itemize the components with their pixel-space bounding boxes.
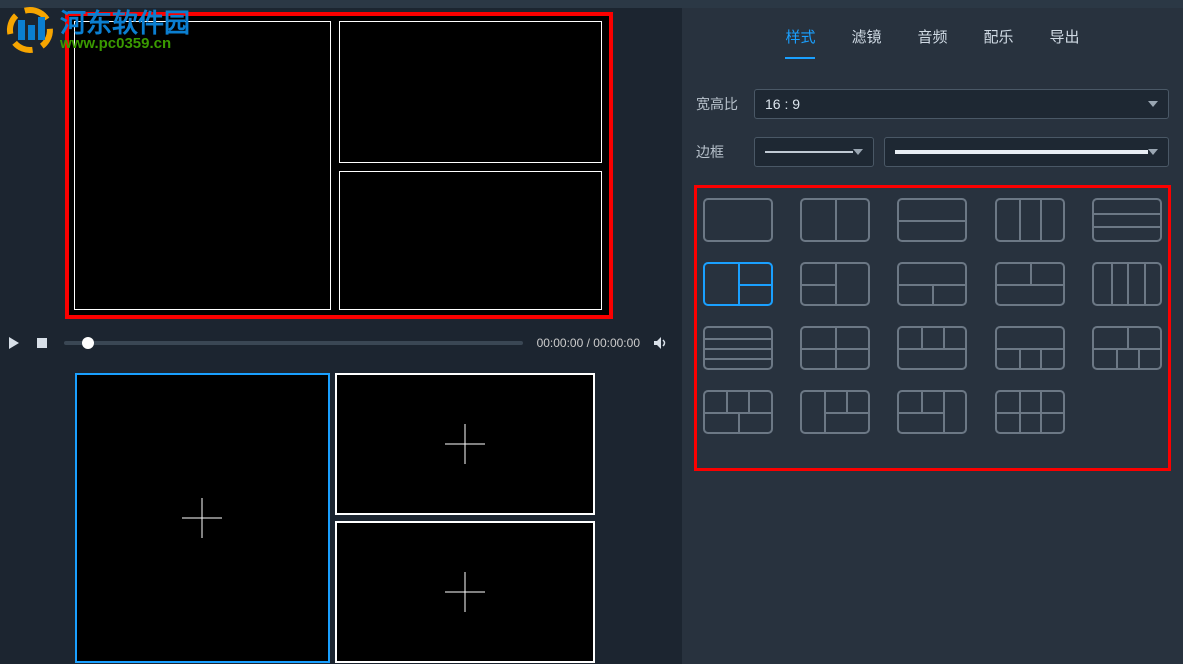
layout-right-big[interactable]: [800, 262, 870, 306]
layout-left-tall[interactable]: [800, 390, 870, 434]
watermark-url: www.pc0359.cn: [60, 36, 190, 51]
border-row: 边框: [682, 137, 1183, 167]
tab-music[interactable]: 配乐: [984, 26, 1014, 59]
watermark: 河东软件园 www.pc0359.cn: [0, 5, 190, 55]
border-color-select[interactable]: [884, 137, 1169, 167]
tab-style[interactable]: 样式: [785, 26, 815, 59]
aspect-label: 宽高比: [696, 94, 742, 114]
layout-2x3[interactable]: [995, 390, 1065, 434]
layout-top-big[interactable]: [897, 262, 967, 306]
tab-export[interactable]: 导出: [1050, 26, 1080, 59]
line-preview-thick: [895, 150, 1148, 154]
border-label: 边框: [696, 142, 742, 162]
layout-t-shape[interactable]: [1092, 326, 1162, 370]
progress-track[interactable]: [64, 341, 523, 345]
chevron-down-icon: [1148, 149, 1158, 155]
layout-bottom-big[interactable]: [995, 262, 1065, 306]
add-media-icon[interactable]: [445, 572, 485, 612]
watermark-logo-icon: [0, 5, 60, 55]
slot-cell-3[interactable]: [335, 521, 595, 663]
layout-right-tall[interactable]: [897, 390, 967, 434]
volume-icon[interactable]: [652, 335, 668, 351]
tab-filter[interactable]: 滤镜: [851, 26, 881, 59]
layout-1x3[interactable]: [995, 198, 1065, 242]
layout-bottom-big-3[interactable]: [995, 326, 1065, 370]
layout-4x1[interactable]: [703, 326, 773, 370]
chevron-down-icon: [853, 149, 863, 155]
preview-cell-2: [339, 21, 602, 163]
line-preview-thin: [765, 151, 853, 153]
add-media-icon[interactable]: [445, 424, 485, 464]
add-media-icon[interactable]: [182, 498, 222, 538]
chevron-down-icon: [1148, 101, 1158, 107]
progress-thumb[interactable]: [82, 337, 94, 349]
playback-bar: 00:00:00 / 00:00:00: [0, 331, 682, 355]
play-icon[interactable]: [6, 335, 22, 351]
layout-inv-t[interactable]: [703, 390, 773, 434]
layout-1x1[interactable]: [703, 198, 773, 242]
stop-icon[interactable]: [34, 335, 50, 351]
time-label: 00:00:00 / 00:00:00: [537, 336, 640, 350]
layout-1x2[interactable]: [800, 198, 870, 242]
layout-left-big[interactable]: [703, 262, 773, 306]
tabs: 样式 滤镜 音频 配乐 导出: [682, 8, 1183, 59]
aspect-select[interactable]: 16 : 9: [754, 89, 1169, 119]
preview-cell-3: [339, 171, 602, 310]
slot-editor: [75, 373, 595, 663]
border-thickness-select[interactable]: [754, 137, 874, 167]
layout-2x1[interactable]: [897, 198, 967, 242]
aspect-row: 宽高比 16 : 9: [682, 89, 1183, 119]
slot-cell-2[interactable]: [335, 373, 595, 515]
preview-box: [65, 12, 613, 319]
layout-2x2[interactable]: [800, 326, 870, 370]
layout-top-big-3[interactable]: [897, 326, 967, 370]
preview-cell-1: [74, 21, 331, 310]
aspect-value: 16 : 9: [765, 96, 800, 112]
layout-templates: [694, 185, 1171, 471]
layout-1x4[interactable]: [1092, 262, 1162, 306]
watermark-title: 河东软件园: [60, 10, 190, 36]
tab-audio[interactable]: 音频: [917, 26, 947, 59]
layout-3x1[interactable]: [1092, 198, 1162, 242]
slot-cell-1[interactable]: [75, 373, 330, 663]
